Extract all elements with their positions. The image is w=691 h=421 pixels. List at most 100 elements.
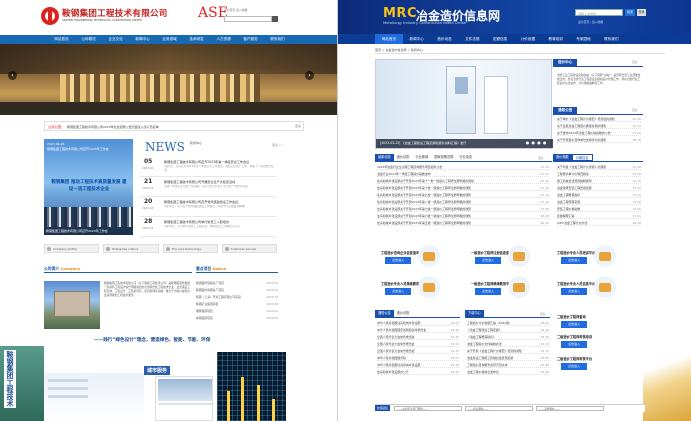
notice-item[interactable]: 关于举办《冶金工程计价规范》培训班的通知 07-20	[557, 117, 641, 123]
service-card[interactable]: 工程造价专业人员培训平台 点击进入	[557, 242, 621, 272]
downloads-more-link[interactable]: 更多	[540, 312, 545, 316]
project-item[interactable]: 攀钢集团项目 2023-02	[196, 309, 278, 315]
tab-downloads[interactable]: 下载中心	[465, 310, 484, 317]
nav-item[interactable]: 文件法规	[458, 34, 486, 44]
tab-cost-index[interactable]: 造价指数	[553, 154, 572, 161]
card-enter-button[interactable]: 点击进入	[385, 257, 411, 264]
card-enter-button[interactable]: 点击进入	[561, 257, 587, 264]
tab-price-info[interactable]: 价格信息	[571, 154, 593, 161]
nav-item[interactable]: 公司概况	[75, 35, 102, 44]
news-more-link[interactable]: 更多	[538, 156, 543, 160]
city-service-label[interactable]: 城市服务	[144, 366, 171, 375]
nav-item[interactable]: 人力资源	[210, 35, 237, 44]
project-item[interactable]: 鞍钢（上海）环境工程有限公司项目 2023-03	[196, 295, 278, 301]
news-more-link[interactable]: 更多>>	[272, 143, 283, 147]
left-search-input[interactable]	[224, 16, 272, 22]
tab-trends[interactable]: 行业动态	[456, 154, 475, 161]
project-item[interactable]: 本钢集团项目 2023-02	[196, 316, 278, 322]
news-item[interactable]: 2023年冶金行业全过程工程咨询服务项目招标公告 07-24	[377, 165, 549, 171]
banner-next-arrow-icon[interactable]: ›	[305, 71, 314, 80]
quick-link-company[interactable]: Company profile	[44, 244, 100, 253]
side-item[interactable]: 施工机械台班费用编制规则 07-15	[557, 179, 641, 185]
project-item[interactable]: 鞍钢股份炼钢总厂项目 2023-04	[196, 288, 278, 294]
list-item[interactable]: 全国人民代表大会常务委员会 03-10	[377, 349, 459, 355]
news-headline[interactable]: 鞍钢集团工程技术有限公司召开2023年第一季度安全工作会议	[164, 159, 274, 164]
news-item[interactable]: 住房和城乡建设部关于开展2023年第十一批一级造价工程师注册申报的通知 07-20	[377, 179, 549, 185]
quick-link-culture[interactable]: Enterprise culture	[103, 244, 159, 253]
notice-item[interactable]: 关于征集冶金工程造价典型案例的通知 07-15	[557, 124, 641, 130]
news-item[interactable]: 住房和城乡建设部关于开展2023年第十批一级造价工程师注册申报的通知 07-18	[377, 186, 549, 192]
related-links-select[interactable]: ——相关网站——	[465, 406, 533, 411]
side-item[interactable]: 工程量清单计价规范解读 07-18	[557, 172, 641, 178]
list-item[interactable]: 中华人民共和国国家发展和改革委员会 03-28	[377, 328, 459, 334]
list-item[interactable]: 住房和城乡建设部办公厅 02-20	[377, 370, 459, 376]
card-enter-button[interactable]: 点击进入	[385, 288, 411, 295]
card-enter-button[interactable]: 点击进入	[561, 363, 587, 370]
other-links-select[interactable]: ——其他网站——	[536, 406, 604, 411]
list-item[interactable]: 中华人民共和国国务院 03-05	[377, 356, 459, 362]
header-links[interactable]: 设为首页 加入收藏	[224, 8, 247, 12]
login-button[interactable]: 登录	[637, 9, 646, 16]
tab-notice[interactable]: 通知公告	[375, 310, 394, 317]
gov-links-select[interactable]: ——政府相关部门网站——	[394, 406, 462, 411]
news-featured-image[interactable]: 2023-04-26 鞍钢集团工程技术有限公司召开2023年工作会 鞍钢集团 推…	[44, 139, 133, 235]
download-item[interactable]: 关于开展《冶金工程计价规范》培训的通知 03-10	[467, 349, 549, 355]
news-item[interactable]: 住房和城乡建设部关于开展2023年第九批一级造价工程师注册申报的通知 07-14	[377, 193, 549, 199]
nav-item[interactable]: 企业文化	[102, 35, 129, 44]
download-item[interactable]: 《冶金工程概算指标》 03-20	[467, 335, 549, 341]
banner-dots[interactable]: ● ● ● ●	[526, 140, 547, 145]
service-card[interactable]: 工程造价专业人员信息平台 点击进入	[557, 273, 621, 303]
list-item[interactable]: 全国人民代表大会常务委员会 03-20	[377, 335, 459, 341]
list-item[interactable]: 中华人民共和国住房和城乡建设部 04-03	[377, 321, 459, 327]
project-item[interactable]: 鞍钢股份炼铁总厂项目 2023-04	[196, 281, 278, 287]
intro-more-link[interactable]: 更多	[632, 60, 637, 64]
service-card[interactable]: 一级造价工程师注册信息查询 点击进入	[471, 242, 535, 272]
service-card[interactable]: 工程造价专业人员继续教育 点击进入	[381, 273, 445, 303]
tab-cost[interactable]: 造价动态	[394, 154, 413, 161]
quick-link-service[interactable]: Customer service	[221, 244, 277, 253]
side-item[interactable]: 关于印发《冶金工程计价定额》的通知 07-20	[557, 165, 641, 171]
news-headline[interactable]: 鞍钢集团工程技术有限公司举行新员工入职培训	[164, 219, 274, 224]
ansteel-logo-icon[interactable]	[40, 6, 60, 26]
news-headline[interactable]: 鞍钢集团工程技术有限公司开展安全生产大检查活动	[164, 179, 274, 184]
nav-item[interactable]: 专家园地	[570, 34, 598, 44]
side-item[interactable]: 冶金工程概算指标 07-10	[557, 193, 641, 199]
nav-item[interactable]: 技术研发	[183, 35, 210, 44]
news-item[interactable]: 住房和城乡建设部关于开展2023年第五批一级造价工程师注册申报的通知 06-20	[377, 221, 549, 227]
download-item[interactable]: 工程造价咨询服务合同示范文本 02-28	[467, 363, 549, 369]
tab-policy[interactable]: 国家政策法规	[431, 154, 456, 161]
notice-more-link[interactable]: 更多	[295, 124, 301, 128]
tab-latest[interactable]: 最新动态	[375, 154, 394, 161]
side-item[interactable]: 冶金建筑安装工程费用定额 07-12	[557, 186, 641, 192]
news-headline[interactable]: 鞍钢集团工程技术有限公司召开党风廉政建设工作会议	[164, 199, 274, 204]
nav-item[interactable]: 定额信息	[486, 34, 514, 44]
notice-item[interactable]: 关于开展造价咨询单位信用评价的通知 06-30	[557, 138, 641, 144]
side-item[interactable]: 定额解释汇编 07-01	[557, 214, 641, 220]
download-item[interactable]: 《冶金工程建设工程定额》 03-28	[467, 328, 549, 334]
nav-item[interactable]: 联系我们	[597, 34, 625, 44]
header-links[interactable]: 设为首页 | 加入收藏	[578, 20, 603, 24]
mrc-logo[interactable]: MRC	[383, 6, 417, 21]
download-item[interactable]: 冶金工程造价文件编制办法 03-15	[467, 342, 549, 348]
notice-more-link[interactable]: 更多	[632, 108, 637, 112]
download-item[interactable]: 冶金工程价格信息发布表 02-20	[467, 370, 549, 376]
side-item[interactable]: CIDC冶金工程计价办法 06-28	[557, 221, 641, 227]
nav-item[interactable]: 业务领域	[156, 35, 183, 44]
hero-banner[interactable]: ‹ ›	[0, 44, 337, 115]
publication-banner[interactable]: [2023-03-23] 《冶金工程建设工程定额和造价资料汇编》发行 ● ● ●…	[375, 59, 553, 149]
news-item[interactable]: 28 2023-02 鞍钢集团工程技术有限公司举行新员工入职培训 2月28日，公…	[140, 217, 276, 237]
nav-item[interactable]: 客户服务	[237, 35, 264, 44]
nav-item[interactable]: 新闻中心	[129, 35, 156, 44]
nav-item[interactable]: 造价动态	[431, 34, 459, 44]
news-item[interactable]: 05 2023-04 鞍钢集团工程技术有限公司召开2023年第一季度安全工作会议…	[140, 157, 276, 177]
card-enter-button[interactable]: 点击进入	[475, 257, 501, 264]
news-item[interactable]: 20 2023-03 鞍钢集团工程技术有限公司召开党风廉政建设工作会议 3月20…	[140, 197, 276, 217]
project-item[interactable]: 鞍钢矿业集团项目 2023-03	[196, 302, 278, 308]
nav-item[interactable]: 教育培训	[542, 34, 570, 44]
tab-industry[interactable]: 行业新闻	[413, 154, 432, 161]
card-enter-button[interactable]: 点击进入	[561, 288, 587, 295]
left-search-button[interactable]	[272, 16, 278, 22]
service-card[interactable]: 工程造价咨询企业信息查询 点击进入	[381, 242, 445, 272]
banner-prev-arrow-icon[interactable]: ‹	[8, 71, 17, 80]
side-item[interactable]: 安装工程价格指数 07-05	[557, 207, 641, 213]
